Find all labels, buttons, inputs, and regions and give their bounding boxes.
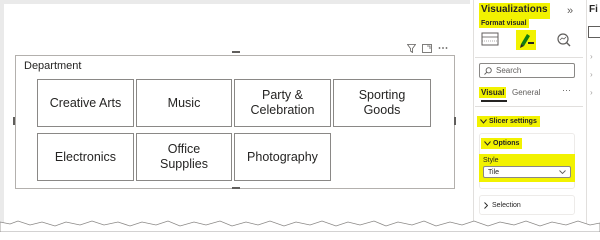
torn-edge [0, 220, 600, 232]
format-visual-icon[interactable] [516, 30, 536, 50]
more-tabs-icon[interactable]: ··· [562, 85, 571, 95]
style-dropdown[interactable]: Tile [483, 166, 571, 178]
search-placeholder: Search [496, 66, 522, 75]
filter-icon[interactable] [407, 43, 416, 53]
visual-header [407, 42, 455, 54]
chevron-right-icon [484, 201, 488, 209]
resize-handle-top[interactable] [232, 51, 240, 53]
chevron-right-icon[interactable]: › [590, 52, 593, 61]
selection-label: Selection [492, 201, 521, 209]
fields-pane-title: Fi [589, 4, 598, 15]
tile-electronics[interactable]: Electronics [37, 133, 134, 181]
tile-party-celebration[interactable]: Party & Celebration [234, 79, 331, 127]
slicer-settings-label: Slicer settings [489, 118, 537, 125]
tab-general[interactable]: General [512, 88, 540, 97]
collapse-pane-icon[interactable]: » [567, 5, 573, 17]
style-label: Style [483, 157, 499, 164]
slicer-header: Department [24, 60, 82, 72]
tile-music[interactable]: Music [136, 79, 232, 127]
chevron-down-icon [484, 141, 491, 146]
tile-creative-arts[interactable]: Creative Arts [37, 79, 134, 127]
style-value: Tile [488, 168, 500, 176]
fields-search-box[interactable] [588, 26, 600, 38]
slicer-settings-section[interactable]: Slicer settings [477, 116, 540, 127]
analytics-icon[interactable] [556, 32, 572, 53]
resize-handle-left[interactable] [13, 117, 15, 125]
tile-sporting-goods[interactable]: Sporting Goods [333, 79, 431, 127]
chevron-down-icon [480, 119, 487, 124]
pane-title: Visualizations [479, 3, 550, 19]
selection-section[interactable]: Selection [479, 195, 575, 215]
tile-photography[interactable]: Photography [234, 133, 331, 181]
focus-mode-icon[interactable] [422, 43, 432, 53]
chevron-right-icon[interactable]: › [590, 88, 593, 97]
tile-office-supplies[interactable]: Office Supplies [136, 133, 232, 181]
tab-visual[interactable]: Visual [479, 87, 507, 98]
chevron-down-icon [559, 170, 566, 174]
pane-divider [475, 57, 583, 58]
options-label: Options [493, 140, 520, 147]
active-tab-indicator [481, 100, 507, 102]
resize-handle-bottom[interactable] [232, 187, 240, 189]
more-options-icon[interactable] [438, 46, 448, 50]
style-field: Style Tile [479, 154, 575, 182]
build-visual-icon[interactable] [481, 32, 499, 51]
format-visual-label: Format visual [479, 19, 529, 28]
search-icon [484, 66, 492, 75]
options-section[interactable]: Options [481, 138, 523, 149]
chevron-right-icon[interactable]: › [590, 70, 593, 79]
resize-handle-right[interactable] [454, 117, 456, 125]
search-input[interactable]: Search [479, 63, 575, 78]
tabs-divider [475, 106, 583, 107]
